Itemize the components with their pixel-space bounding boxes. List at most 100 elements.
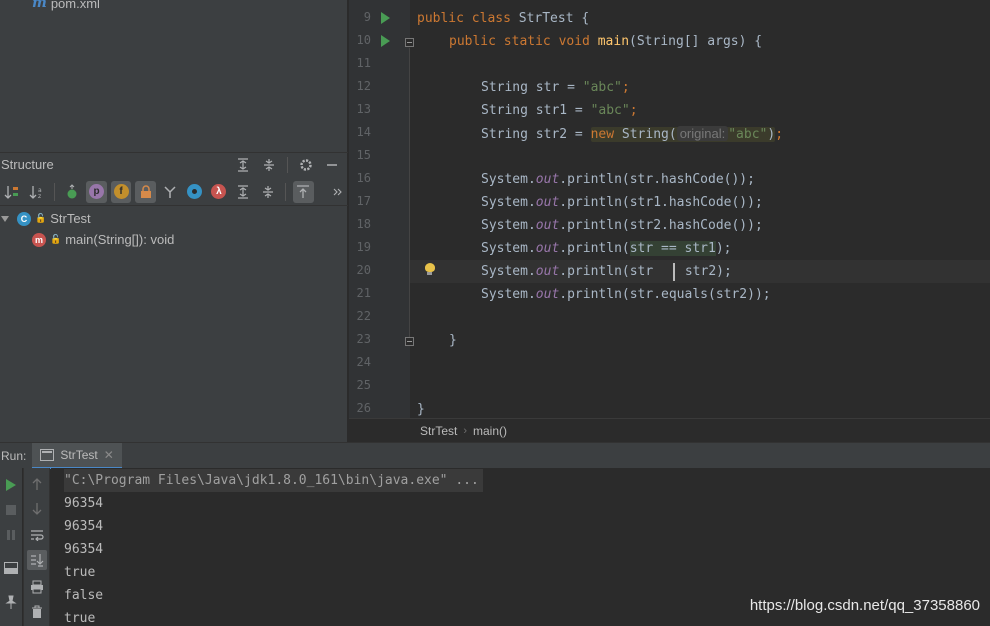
minimize-icon[interactable]: [324, 157, 340, 173]
console-output-line: true: [64, 565, 96, 580]
lock-icon: [140, 184, 151, 198]
stop-icon[interactable]: [3, 502, 19, 518]
console-output-line: true: [64, 611, 96, 626]
print-icon[interactable]: [29, 579, 45, 595]
structure-toolbar: az p f λ: [0, 178, 348, 206]
collapse-all-icon[interactable]: [261, 157, 277, 173]
tree-class-label: StrTest: [50, 211, 91, 226]
code-line-20: System.out.println(str str2);: [481, 264, 732, 279]
field-icon: f: [113, 184, 129, 199]
toolbar-collapse-all-icon[interactable]: [258, 181, 278, 203]
line-number: 19: [356, 240, 371, 254]
arrow-up-icon[interactable]: [29, 476, 45, 492]
tree-node-class[interactable]: C 🔓 StrTest: [0, 208, 348, 229]
expand-triangle-icon[interactable]: [1, 215, 9, 223]
line-number: 26: [356, 401, 371, 415]
expand-all-icon[interactable]: [235, 157, 251, 173]
property-icon: p: [89, 184, 105, 199]
console-output-line: 96354: [64, 519, 104, 534]
header-separator: [287, 157, 288, 173]
code-line-14: String str2 = new String(original: "abc")…: [481, 126, 784, 142]
text-cursor: [673, 263, 675, 281]
soft-wrap-icon[interactable]: [29, 527, 45, 543]
code-line-9: public class StrTest {: [417, 11, 590, 26]
line-number: 14: [356, 125, 371, 139]
pause-icon[interactable]: [3, 527, 19, 543]
show-lambdas-icon[interactable]: λ: [209, 181, 229, 203]
parameter-hint: original:: [676, 126, 729, 141]
project-file-label: pom.xml: [50, 0, 100, 11]
show-anonymous-icon[interactable]: [184, 181, 204, 203]
project-file-pom[interactable]: m pom.xml: [32, 0, 100, 11]
console-output-line: false: [64, 588, 104, 603]
scroll-to-end-toggle[interactable]: [27, 550, 47, 570]
line-number: 20: [356, 263, 371, 277]
run-class-icon[interactable]: [381, 12, 390, 24]
trash-icon[interactable]: [29, 604, 45, 620]
console-command-line: "C:\Program Files\Java\jdk1.8.0_161\bin\…: [64, 469, 483, 492]
sort-alphabetically-icon[interactable]: az: [26, 181, 46, 203]
breadcrumb-class[interactable]: StrTest: [420, 424, 457, 438]
svg-text:z: z: [38, 193, 41, 200]
console-output-line: 96354: [64, 496, 104, 511]
code-line-12: String str = "abc";: [481, 80, 630, 95]
close-icon[interactable]: ✕: [104, 448, 114, 462]
fold-guide: [409, 48, 410, 338]
show-fields-toggle[interactable]: f: [110, 180, 132, 203]
fold-toggle-icon[interactable]: [405, 337, 414, 346]
line-number: 18: [356, 217, 371, 231]
class-visibility-icon: 🔓: [35, 213, 47, 223]
method-icon: m: [32, 232, 46, 247]
run-main-icon[interactable]: [381, 35, 390, 47]
show-inherited-icon[interactable]: [62, 181, 82, 203]
run-tab-strtest[interactable]: StrTest ✕: [32, 442, 122, 469]
line-number: 9: [363, 10, 371, 24]
show-properties-toggle[interactable]: p: [86, 180, 107, 203]
code-line-19: System.out.println(str == str1);: [481, 241, 732, 256]
rerun-icon[interactable]: [3, 477, 19, 493]
show-non-public-toggle[interactable]: [135, 180, 156, 203]
sort-by-visibility-icon[interactable]: [2, 181, 22, 203]
left-tool-panel: m pom.xml Structure az p f λ C 🔓 StrTest…: [0, 0, 348, 442]
code-line-10: public static void main(String[] args) {: [449, 34, 763, 49]
comparison-highlight: str == str1: [629, 241, 716, 256]
code-line-13: String str1 = "abc";: [481, 103, 638, 118]
method-visibility-icon: 🔓: [50, 234, 62, 244]
anonymous-class-icon: [186, 184, 202, 199]
code-line-21: System.out.println(str.equals(str2));: [481, 287, 771, 302]
code-line-17: System.out.println(str1.hashCode());: [481, 195, 763, 210]
show-lambdas-tree-icon[interactable]: [160, 181, 180, 203]
run-toolbar-primary: [0, 468, 22, 626]
gear-icon[interactable]: [298, 157, 314, 173]
tree-node-method[interactable]: m 🔓 main(String[]): void: [0, 229, 348, 250]
code-line-16: System.out.println(str.hashCode());: [481, 172, 755, 187]
code-editor[interactable]: 9 10 11 12 13 14 15 16 17 18 19 20 21 22…: [349, 0, 990, 418]
lightbulb-icon[interactable]: [425, 263, 435, 275]
tree-method-label: main(String[]): void: [65, 232, 175, 247]
line-number: 17: [356, 194, 371, 208]
fold-toggle-icon[interactable]: [405, 38, 414, 47]
breadcrumb: StrTest › main(): [349, 418, 990, 442]
lambda-icon: λ: [211, 184, 227, 199]
layout-icon[interactable]: [3, 560, 19, 576]
pin-icon[interactable]: [3, 594, 19, 610]
arrow-down-icon[interactable]: [29, 501, 45, 517]
line-number: 24: [356, 355, 371, 369]
chevron-right-icon: ›: [463, 424, 468, 437]
line-number: 10: [356, 33, 371, 47]
line-number: 15: [356, 148, 371, 162]
autoscroll-from-source-toggle[interactable]: [293, 180, 314, 203]
line-number: 16: [356, 171, 371, 185]
structure-title: Structure: [1, 157, 54, 172]
breadcrumb-method[interactable]: main(): [473, 424, 507, 438]
run-toolbar-secondary: [23, 468, 50, 626]
line-number: 22: [356, 309, 371, 323]
code-line-18: System.out.println(str2.hashCode());: [481, 218, 763, 233]
toolbar-expand-all-icon[interactable]: [233, 181, 253, 203]
line-number: 21: [356, 286, 371, 300]
more-actions-icon[interactable]: [328, 181, 348, 203]
run-tab-label: StrTest: [60, 447, 98, 462]
run-panel-header: Run: StrTest ✕: [0, 442, 990, 469]
class-icon: C: [17, 211, 31, 226]
watermark-url: https://blog.csdn.net/qq_37358860: [749, 597, 980, 614]
